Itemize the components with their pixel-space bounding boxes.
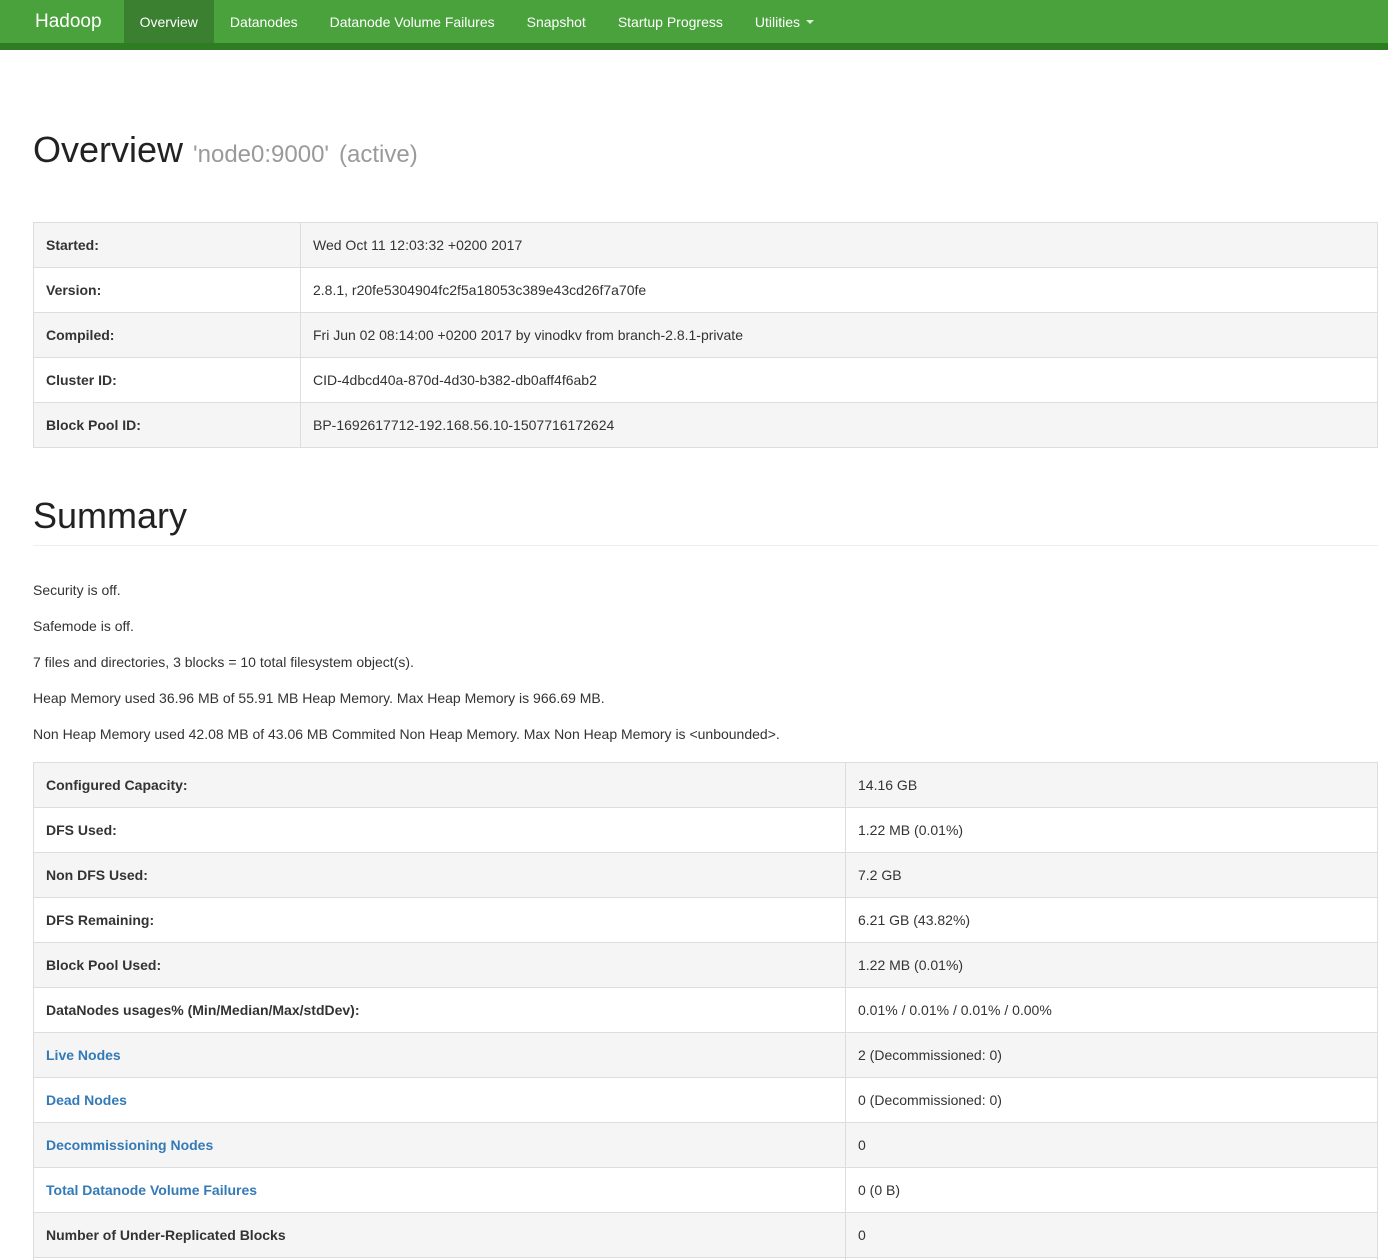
namenode-state: (active): [339, 141, 418, 168]
table-row-block-pool-id: Block Pool ID: BP-1692617712-192.168.56.…: [34, 403, 1378, 448]
row-label: DFS Used:: [34, 808, 846, 853]
table-row-dfs-used: DFS Used: 1.22 MB (0.01%): [34, 808, 1378, 853]
nav-item-overview[interactable]: Overview: [124, 0, 214, 43]
summary-paragraphs: Security is off. Safemode is off. 7 file…: [33, 580, 1378, 744]
dead-nodes-link[interactable]: Dead Nodes: [46, 1092, 127, 1108]
table-row-cluster-id: Cluster ID: CID-4dbcd40a-870d-4d30-b382-…: [34, 358, 1378, 403]
row-value: CID-4dbcd40a-870d-4d30-b382-db0aff4f6ab2: [301, 358, 1378, 403]
page-title-text: Overview: [33, 129, 183, 170]
row-label: Number of Under-Replicated Blocks: [34, 1213, 846, 1258]
row-label: Configured Capacity:: [34, 763, 846, 808]
namenode-address: 'node0:9000': [193, 141, 329, 168]
row-label: Non DFS Used:: [34, 853, 846, 898]
row-value: 2.8.1, r20fe5304904fc2f5a18053c389e43cd2…: [301, 268, 1378, 313]
nav-item-datanode-volume-failures[interactable]: Datanode Volume Failures: [314, 0, 511, 43]
row-value: Fri Jun 02 08:14:00 +0200 2017 by vinodk…: [301, 313, 1378, 358]
row-value: 14.16 GB: [846, 763, 1378, 808]
filesystem-objects-text: 7 files and directories, 3 blocks = 10 t…: [33, 652, 1378, 672]
table-row-dead-nodes: Dead Nodes 0 (Decommissioned: 0): [34, 1078, 1378, 1123]
table-row-dfs-remaining: DFS Remaining: 6.21 GB (43.82%): [34, 898, 1378, 943]
row-label: Block Pool Used:: [34, 943, 846, 988]
row-label: Compiled:: [34, 313, 301, 358]
row-label: Started:: [34, 223, 301, 268]
row-value: 2 (Decommissioned: 0): [846, 1033, 1378, 1078]
table-row-non-dfs-used: Non DFS Used: 7.2 GB: [34, 853, 1378, 898]
row-label: DataNodes usages% (Min/Median/Max/stdDev…: [34, 988, 846, 1033]
page-title: Overview 'node0:9000' (active): [33, 130, 1378, 175]
nav-item-utilities-dropdown[interactable]: Utilities: [739, 0, 830, 43]
non-heap-memory-text: Non Heap Memory used 42.08 MB of 43.06 M…: [33, 724, 1378, 744]
table-row-under-replicated-blocks: Number of Under-Replicated Blocks 0: [34, 1213, 1378, 1258]
row-value: 1.22 MB (0.01%): [846, 943, 1378, 988]
row-value: 0: [846, 1123, 1378, 1168]
volume-failures-link[interactable]: Total Datanode Volume Failures: [46, 1182, 257, 1198]
chevron-down-icon: [806, 20, 814, 24]
row-label: Version:: [34, 268, 301, 313]
security-status-text: Security is off.: [33, 580, 1378, 600]
table-row-block-pool-used: Block Pool Used: 1.22 MB (0.01%): [34, 943, 1378, 988]
table-row-datanode-usages: DataNodes usages% (Min/Median/Max/stdDev…: [34, 988, 1378, 1033]
row-value: 0 (0 B): [846, 1168, 1378, 1213]
navbar-items: Overview Datanodes Datanode Volume Failu…: [124, 0, 830, 43]
table-row-decommissioning-nodes: Decommissioning Nodes 0: [34, 1123, 1378, 1168]
heap-memory-text: Heap Memory used 36.96 MB of 55.91 MB He…: [33, 688, 1378, 708]
row-value: 0: [846, 1213, 1378, 1258]
navbar: Hadoop Overview Datanodes Datanode Volum…: [0, 0, 1388, 50]
navbar-brand[interactable]: Hadoop: [0, 0, 124, 43]
table-row-configured-capacity: Configured Capacity: 14.16 GB: [34, 763, 1378, 808]
summary-table: Configured Capacity: 14.16 GB DFS Used: …: [33, 762, 1378, 1260]
live-nodes-link[interactable]: Live Nodes: [46, 1047, 121, 1063]
nav-item-snapshot[interactable]: Snapshot: [511, 0, 602, 43]
row-value: 1.22 MB (0.01%): [846, 808, 1378, 853]
row-label: DFS Remaining:: [34, 898, 846, 943]
row-value: 0 (Decommissioned: 0): [846, 1078, 1378, 1123]
nav-item-utilities-label: Utilities: [755, 14, 800, 30]
table-row-live-nodes: Live Nodes 2 (Decommissioned: 0): [34, 1033, 1378, 1078]
row-label: Cluster ID:: [34, 358, 301, 403]
nav-item-startup-progress[interactable]: Startup Progress: [602, 0, 739, 43]
table-row-compiled: Compiled: Fri Jun 02 08:14:00 +0200 2017…: [34, 313, 1378, 358]
row-value: 0.01% / 0.01% / 0.01% / 0.00%: [846, 988, 1378, 1033]
row-value: BP-1692617712-192.168.56.10-150771617262…: [301, 403, 1378, 448]
nav-item-datanodes[interactable]: Datanodes: [214, 0, 314, 43]
table-row-volume-failures: Total Datanode Volume Failures 0 (0 B): [34, 1168, 1378, 1213]
row-value: 6.21 GB (43.82%): [846, 898, 1378, 943]
row-value: Wed Oct 11 12:03:32 +0200 2017: [301, 223, 1378, 268]
decommissioning-nodes-link[interactable]: Decommissioning Nodes: [46, 1137, 213, 1153]
page-content: Overview 'node0:9000' (active) Started: …: [0, 130, 1388, 1260]
row-label: Block Pool ID:: [34, 403, 301, 448]
summary-title: Summary: [33, 496, 1378, 546]
row-value: 7.2 GB: [846, 853, 1378, 898]
table-row-version: Version: 2.8.1, r20fe5304904fc2f5a18053c…: [34, 268, 1378, 313]
overview-table: Started: Wed Oct 11 12:03:32 +0200 2017 …: [33, 222, 1378, 448]
safemode-status-text: Safemode is off.: [33, 616, 1378, 636]
table-row-started: Started: Wed Oct 11 12:03:32 +0200 2017: [34, 223, 1378, 268]
